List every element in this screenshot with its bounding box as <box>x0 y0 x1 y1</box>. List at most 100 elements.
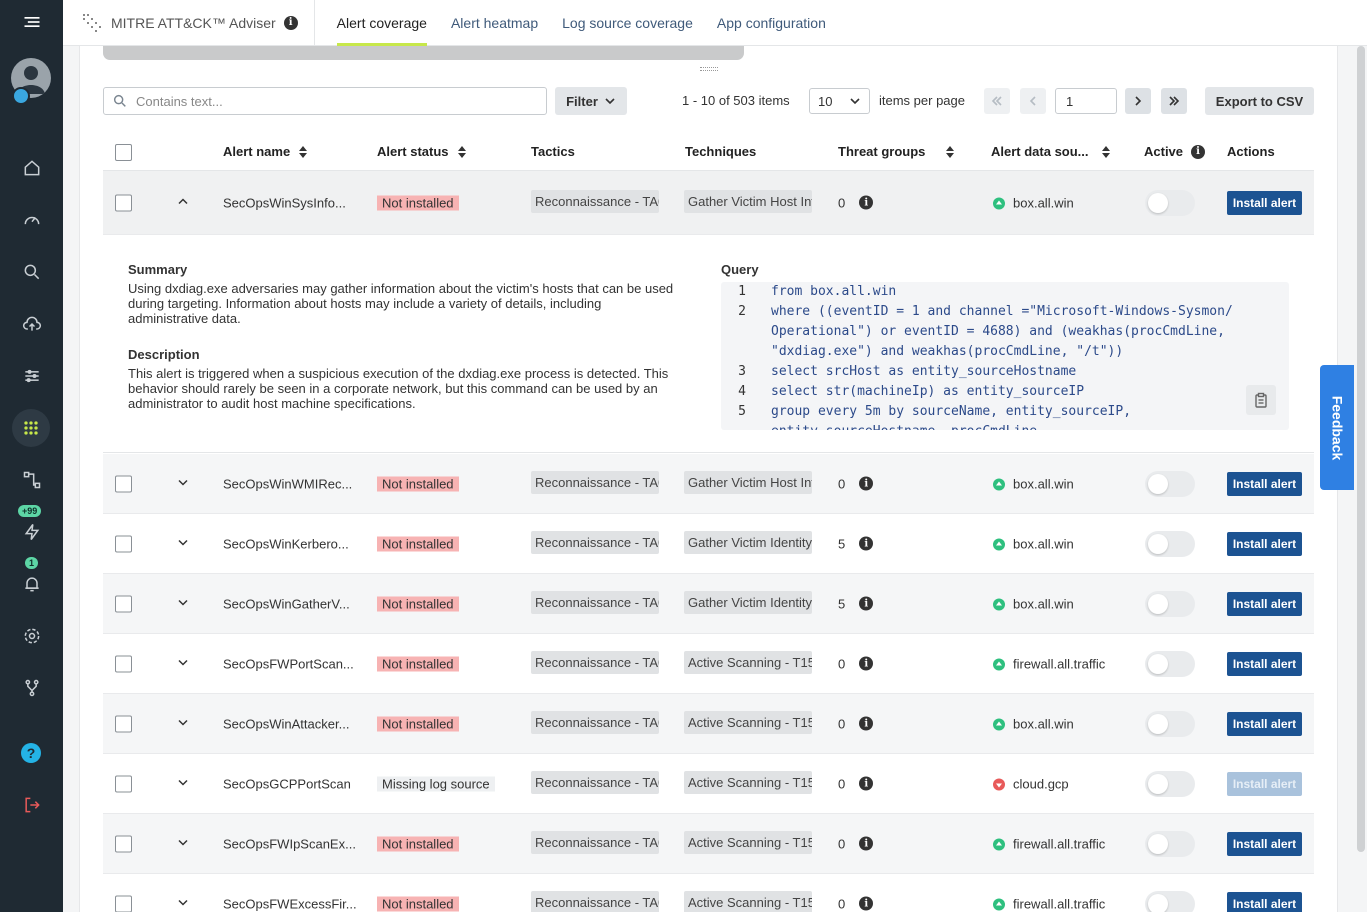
alert-name[interactable]: SecOpsWinKerbero... <box>223 536 363 551</box>
horizontal-scrollbar[interactable] <box>103 46 744 60</box>
expand-chevron-icon[interactable] <box>177 716 189 731</box>
vertical-scrollbar[interactable] <box>1357 46 1365 852</box>
apps-grid-icon[interactable] <box>12 409 50 447</box>
info-icon[interactable]: i <box>859 476 874 491</box>
info-icon[interactable]: i <box>859 536 874 551</box>
alert-name[interactable]: SecOpsWinWMIRec... <box>223 476 363 491</box>
info-icon[interactable]: i <box>859 716 874 731</box>
column-threat-groups[interactable]: Threat groups <box>838 144 955 159</box>
flash-icon[interactable] <box>0 512 63 552</box>
info-icon[interactable]: i <box>859 836 874 851</box>
alert-name[interactable]: SecOpsWinAttacker... <box>223 716 363 731</box>
tab-app-configuration[interactable]: App configuration <box>705 0 838 46</box>
active-toggle[interactable] <box>1145 470 1195 497</box>
expand-chevron-icon[interactable] <box>177 836 189 851</box>
alert-name[interactable]: SecOpsWinGatherV... <box>223 596 363 611</box>
install-alert-button[interactable]: Install alert <box>1227 531 1302 556</box>
alert-name[interactable]: SecOpsFWIpScanEx... <box>223 836 363 851</box>
row-checkbox[interactable] <box>115 715 132 732</box>
items-per-page-select[interactable]: 10 <box>809 88 870 114</box>
search-icon[interactable] <box>0 252 63 292</box>
menu-logo-icon[interactable] <box>0 2 63 42</box>
cloud-upload-icon[interactable] <box>0 304 63 344</box>
previous-page-button[interactable] <box>1020 88 1046 114</box>
info-icon[interactable]: i <box>859 896 874 911</box>
export-csv-button[interactable]: Export to CSV <box>1205 87 1314 115</box>
alert-name[interactable]: SecOpsGCPPortScan <box>223 776 363 791</box>
row-checkbox[interactable] <box>115 655 132 672</box>
active-toggle[interactable] <box>1145 650 1195 677</box>
home-icon[interactable] <box>0 148 63 188</box>
row-checkbox[interactable] <box>115 535 132 552</box>
install-alert-button[interactable]: Install alert <box>1227 711 1302 736</box>
alert-name[interactable]: SecOpsFWPortScan... <box>223 656 363 671</box>
sliders-icon[interactable] <box>0 356 63 396</box>
row-checkbox[interactable] <box>115 194 132 211</box>
row-checkbox[interactable] <box>115 595 132 612</box>
filter-button[interactable]: Filter <box>555 87 627 115</box>
expand-chevron-icon[interactable] <box>177 596 189 611</box>
branch-icon[interactable] <box>0 668 63 708</box>
drag-handle-icon[interactable] <box>700 67 718 71</box>
table-row[interactable]: SecOpsFWIpScanEx... Not installed Reconnai… <box>103 814 1314 874</box>
tab-alert-heatmap[interactable]: Alert heatmap <box>439 0 550 46</box>
expand-chevron-icon[interactable] <box>177 656 189 671</box>
flow-icon[interactable] <box>0 460 63 500</box>
active-toggle[interactable] <box>1145 530 1195 557</box>
row-checkbox[interactable] <box>115 475 132 492</box>
query-code-block[interactable]: 1 from box.all.win 2 where ((eventID = 1 an… <box>721 282 1289 430</box>
expand-chevron-icon[interactable] <box>177 536 189 551</box>
feedback-tab[interactable]: Feedback <box>1320 365 1354 490</box>
search-input[interactable] <box>136 93 516 109</box>
table-row[interactable]: SecOpsWinAttacker... Not installed Reconna… <box>103 694 1314 754</box>
column-alert-status[interactable]: Alert status <box>377 144 467 159</box>
tab-log-source-coverage[interactable]: Log source coverage <box>550 0 705 46</box>
table-row[interactable]: SecOpsGCPPortScan Missing log source Recon… <box>103 754 1314 814</box>
alert-name[interactable]: SecOpsFWExcessFir... <box>223 896 363 911</box>
table-row[interactable]: SecOpsWinKerbero... Not installed Reconnai… <box>103 514 1314 574</box>
active-toggle[interactable] <box>1145 770 1195 797</box>
install-alert-button[interactable]: Install alert <box>1227 190 1302 215</box>
dashboard-icon[interactable] <box>0 200 63 240</box>
install-alert-button[interactable]: Install alert <box>1227 471 1302 496</box>
info-icon[interactable]: i <box>859 195 874 210</box>
tab-alert-coverage[interactable]: Alert coverage <box>325 0 439 46</box>
table-row[interactable]: SecOpsFWPortScan... Not installed Reconnai… <box>103 634 1314 694</box>
alert-name[interactable]: SecOpsWinSysInfo... <box>223 195 363 210</box>
row-checkbox[interactable] <box>115 835 132 852</box>
install-alert-button[interactable]: Install alert <box>1227 891 1302 912</box>
next-page-button[interactable] <box>1125 88 1151 114</box>
help-icon[interactable]: ? <box>21 743 41 763</box>
first-page-button[interactable] <box>984 88 1010 114</box>
install-alert-button[interactable]: Install alert <box>1227 651 1302 676</box>
page-number-input[interactable]: 1 <box>1055 88 1117 114</box>
gear-icon[interactable] <box>0 616 63 656</box>
bell-icon[interactable] <box>0 564 63 604</box>
row-checkbox[interactable] <box>115 895 132 912</box>
active-toggle[interactable] <box>1145 590 1195 617</box>
info-icon[interactable]: i <box>859 656 874 671</box>
install-alert-button[interactable]: Install alert <box>1227 771 1302 796</box>
expand-chevron-icon[interactable] <box>177 195 189 210</box>
active-toggle[interactable] <box>1145 890 1195 912</box>
expand-chevron-icon[interactable] <box>177 776 189 791</box>
expand-chevron-icon[interactable] <box>177 896 189 911</box>
active-toggle[interactable] <box>1145 189 1195 216</box>
active-toggle[interactable] <box>1145 710 1195 737</box>
active-toggle[interactable] <box>1145 830 1195 857</box>
info-icon[interactable]: i <box>859 776 874 791</box>
install-alert-button[interactable]: Install alert <box>1227 831 1302 856</box>
select-all-checkbox[interactable] <box>115 144 132 161</box>
info-icon[interactable]: i <box>859 596 874 611</box>
expand-chevron-icon[interactable] <box>177 476 189 491</box>
last-page-button[interactable] <box>1161 88 1187 114</box>
install-alert-button[interactable]: Install alert <box>1227 591 1302 616</box>
copy-button[interactable] <box>1246 385 1276 415</box>
column-alert-data-source[interactable]: Alert data sou... <box>991 144 1111 159</box>
table-row[interactable]: SecOpsWinGatherV... Not installed Reconnai… <box>103 574 1314 634</box>
table-row[interactable]: SecOpsWinWMIRec... Not installed Reconnais… <box>103 454 1314 514</box>
column-alert-name[interactable]: Alert name <box>223 144 308 159</box>
row-checkbox[interactable] <box>115 775 132 792</box>
info-icon[interactable]: i <box>283 15 298 30</box>
info-icon[interactable]: i <box>1191 144 1206 159</box>
